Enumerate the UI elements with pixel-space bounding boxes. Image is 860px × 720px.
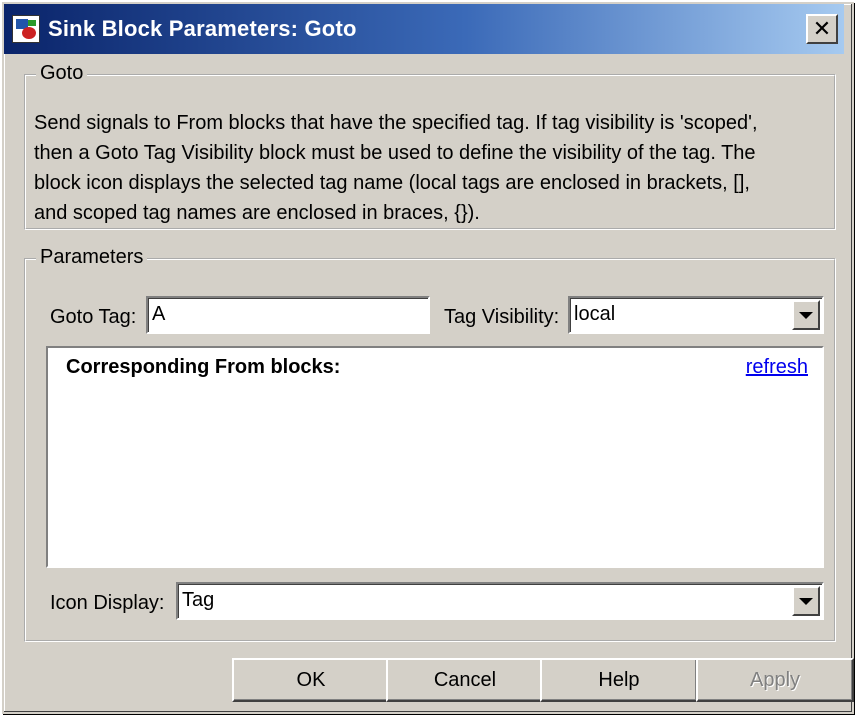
icon-display-select[interactable]: Tag	[176, 582, 824, 620]
apply-button[interactable]: Apply	[696, 658, 854, 702]
icon-display-label: Icon Display:	[50, 592, 165, 614]
description-line: block icon displays the selected tag nam…	[34, 172, 750, 194]
tag-visibility-label: Tag Visibility:	[444, 306, 560, 328]
description-line: and scoped tag names are enclosed in bra…	[34, 202, 480, 224]
goto-group-legend: Goto	[36, 62, 88, 85]
parameters-group-legend: Parameters	[36, 246, 148, 269]
description-line: then a Goto Tag Visibility block must be…	[34, 142, 756, 164]
window-title: Sink Block Parameters: Goto	[48, 16, 357, 41]
from-blocks-heading: Corresponding From blocks:	[66, 356, 341, 378]
close-icon: ✕	[812, 16, 832, 41]
icon-display-dropdown-button[interactable]	[792, 586, 820, 616]
goto-tag-value: A	[152, 303, 166, 325]
close-button[interactable]: ✕	[806, 14, 838, 44]
tag-visibility-value: local	[574, 303, 616, 325]
ok-button[interactable]: OK	[232, 658, 390, 702]
refresh-link[interactable]: refresh	[746, 356, 808, 379]
goto-tag-label: Goto Tag:	[50, 306, 137, 328]
cancel-button[interactable]: Cancel	[386, 658, 544, 702]
tag-visibility-dropdown-button[interactable]	[792, 300, 820, 330]
chevron-down-icon	[799, 597, 813, 605]
help-button[interactable]: Help	[540, 658, 698, 702]
chevron-down-icon	[799, 311, 813, 319]
description-line: Send signals to From blocks that have th…	[34, 112, 758, 134]
simulink-block-icon	[12, 15, 40, 43]
goto-description: Send signals to From blocks that have th…	[34, 108, 834, 228]
title-bar[interactable]: Sink Block Parameters: Goto ✕	[4, 4, 844, 54]
from-blocks-panel: Corresponding From blocks: refresh	[46, 346, 824, 568]
goto-tag-input[interactable]: A	[146, 296, 430, 334]
tag-visibility-select[interactable]: local	[568, 296, 824, 334]
icon-display-value: Tag	[182, 589, 215, 611]
